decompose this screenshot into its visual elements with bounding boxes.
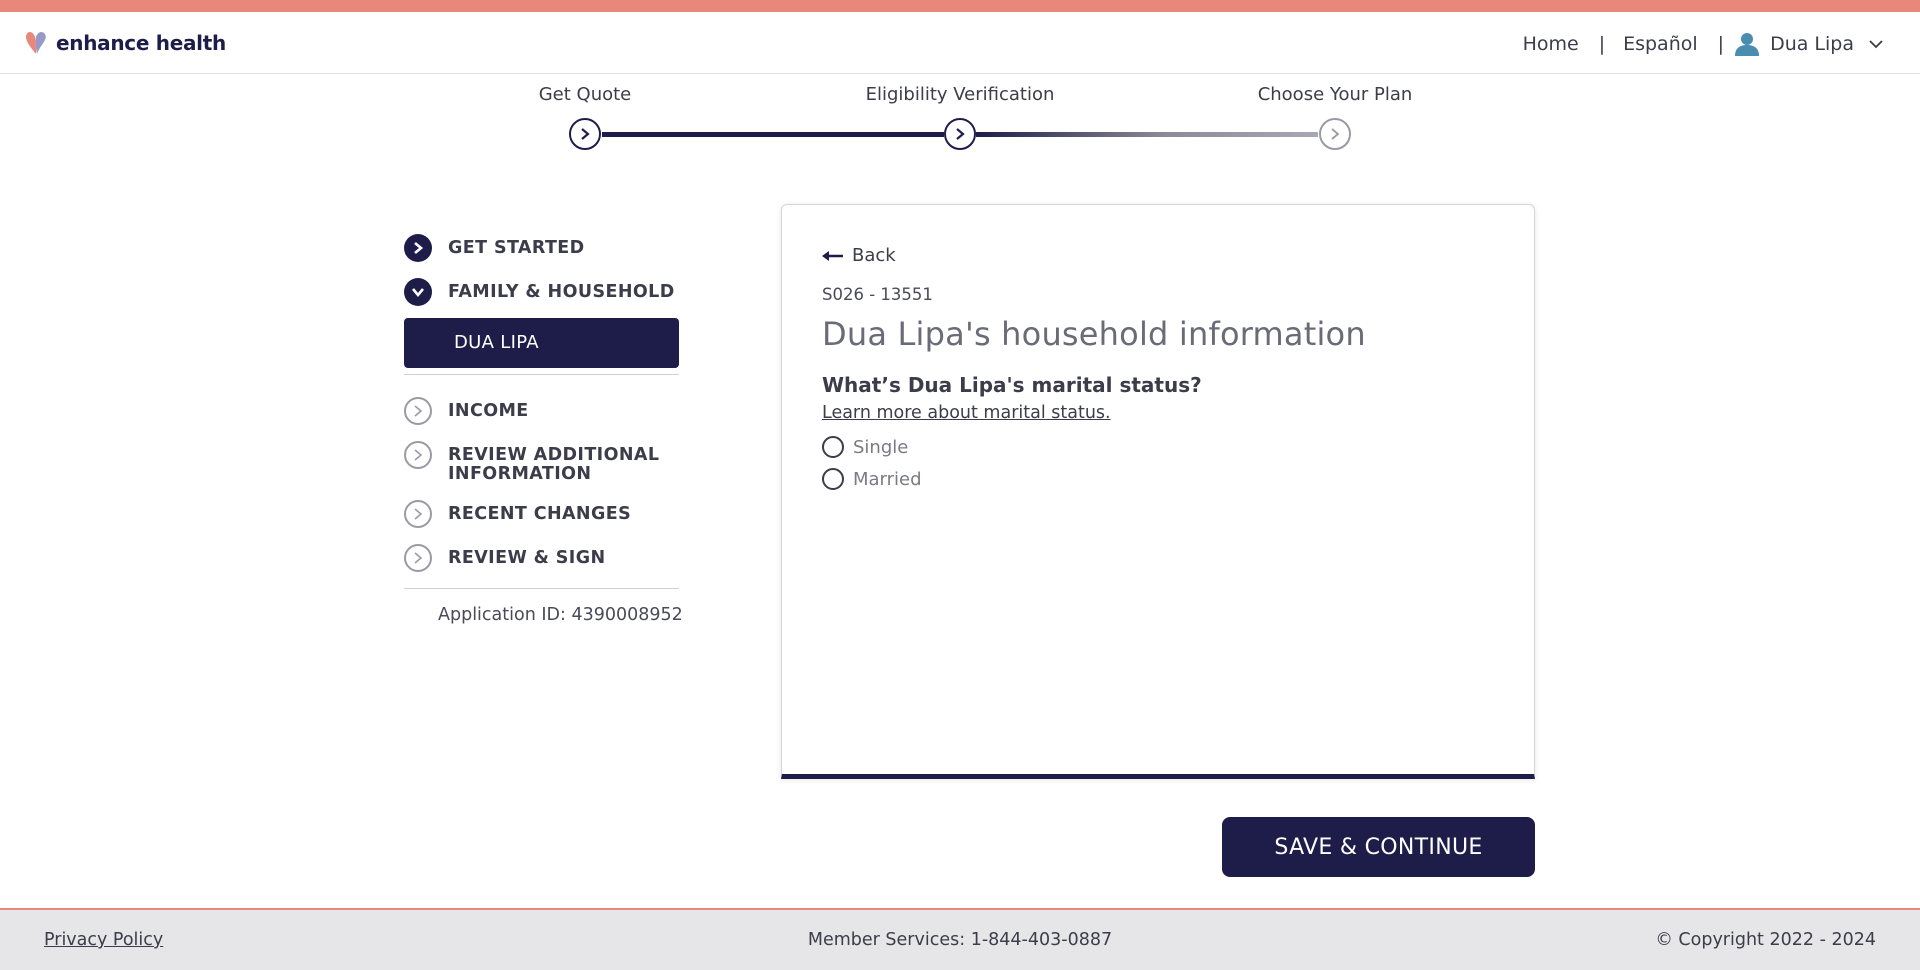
top-accent-bar — [0, 0, 1920, 12]
chevron-right-icon — [404, 500, 432, 528]
radio-married[interactable]: Married — [822, 468, 922, 490]
chevron-down-icon — [404, 278, 432, 306]
learn-more-marital-status-link[interactable]: Learn more about marital status. — [822, 403, 1111, 423]
sidebar-item-label: INCOME — [448, 401, 529, 421]
stepper-line-in-progress — [976, 132, 1318, 137]
step-circle-eligibility[interactable] — [944, 118, 976, 150]
sidebar-item-recent-changes[interactable]: RECENT CHANGES — [404, 500, 690, 528]
application-id: Application ID: 4390008952 — [438, 605, 683, 625]
logo-text: enhance health — [56, 31, 226, 55]
chevron-down-icon — [1869, 40, 1883, 49]
page-title: Dua Lipa's household information — [822, 315, 1366, 353]
chevron-right-icon — [956, 128, 965, 140]
sidebar-item-family-household[interactable]: FAMILY & HOUSEHOLD — [404, 278, 690, 306]
chevron-right-icon — [404, 544, 432, 572]
arrow-left-icon — [822, 250, 843, 261]
nav-separator: | — [1717, 33, 1725, 55]
nav-language-link[interactable]: Español — [1623, 33, 1698, 55]
sidebar-item-label: REVIEW & SIGN — [448, 548, 606, 568]
marital-status-question: What’s Dua Lipa's marital status? — [822, 373, 1202, 397]
sidebar-item-label: REVIEW ADDITIONAL INFORMATION — [448, 445, 660, 484]
sidebar-item-review-additional-information[interactable]: REVIEW ADDITIONAL INFORMATION — [404, 441, 690, 484]
radio-button[interactable] — [822, 436, 844, 458]
household-form-card: Back S026 - 13551 Dua Lipa's household i… — [781, 204, 1535, 779]
heart-logo-icon — [26, 32, 46, 54]
chevron-right-icon — [404, 441, 432, 469]
radio-button[interactable] — [822, 468, 844, 490]
application-sidebar: GET STARTED FAMILY & HOUSEHOLD DUA LIPA … — [404, 234, 690, 625]
chevron-right-icon — [1331, 128, 1340, 140]
user-menu[interactable]: Dua Lipa — [1734, 32, 1884, 56]
step-label-get-quote: Get Quote — [538, 84, 632, 105]
step-label-eligibility: Eligibility Verification — [865, 84, 1055, 105]
sidebar-item-label: RECENT CHANGES — [448, 504, 632, 524]
back-label: Back — [852, 245, 896, 266]
chevron-right-icon — [404, 234, 432, 262]
logo[interactable]: enhance health — [24, 28, 226, 58]
radio-single[interactable]: Single — [822, 436, 908, 458]
radio-label: Married — [853, 468, 922, 490]
stepper-line-complete — [602, 132, 944, 137]
sidebar-item-income[interactable]: INCOME — [404, 397, 690, 425]
sidebar-divider — [404, 374, 679, 375]
radio-label: Single — [853, 436, 909, 458]
footer: Privacy Policy Member Services: 1-844-40… — [0, 908, 1920, 970]
nav-home-link[interactable]: Home — [1523, 33, 1579, 55]
form-id: S026 - 13551 — [822, 285, 933, 304]
progress-stepper: Get Quote Eligibility Verification Choos… — [0, 74, 1920, 164]
user-icon — [1735, 33, 1760, 56]
member-services: Member Services: 1-844-403-0887 — [807, 930, 1113, 950]
nav-separator: | — [1598, 33, 1606, 55]
header: enhance health Home | Español | Dua Lipa — [0, 12, 1920, 74]
save-continue-button[interactable]: SAVE & CONTINUE — [1222, 817, 1535, 877]
back-button[interactable]: Back — [822, 245, 896, 266]
chevron-right-icon — [581, 128, 590, 140]
sidebar-item-label: FAMILY & HOUSEHOLD — [448, 282, 675, 302]
sidebar-item-get-started[interactable]: GET STARTED — [404, 234, 690, 262]
step-circle-choose-plan[interactable] — [1319, 118, 1351, 150]
sidebar-item-label: GET STARTED — [448, 238, 585, 258]
chevron-right-icon — [404, 397, 432, 425]
top-nav: Home | Español | Dua Lipa — [1523, 32, 1884, 56]
sidebar-item-review-sign[interactable]: REVIEW & SIGN — [404, 544, 690, 572]
sidebar-member-dua-lipa[interactable]: DUA LIPA — [404, 318, 679, 368]
step-label-choose-plan: Choose Your Plan — [1257, 84, 1413, 105]
user-name: Dua Lipa — [1770, 33, 1854, 55]
sidebar-divider — [404, 588, 679, 589]
copyright: © Copyright 2022 - 2024 — [1655, 930, 1876, 950]
step-circle-get-quote[interactable] — [569, 118, 601, 150]
